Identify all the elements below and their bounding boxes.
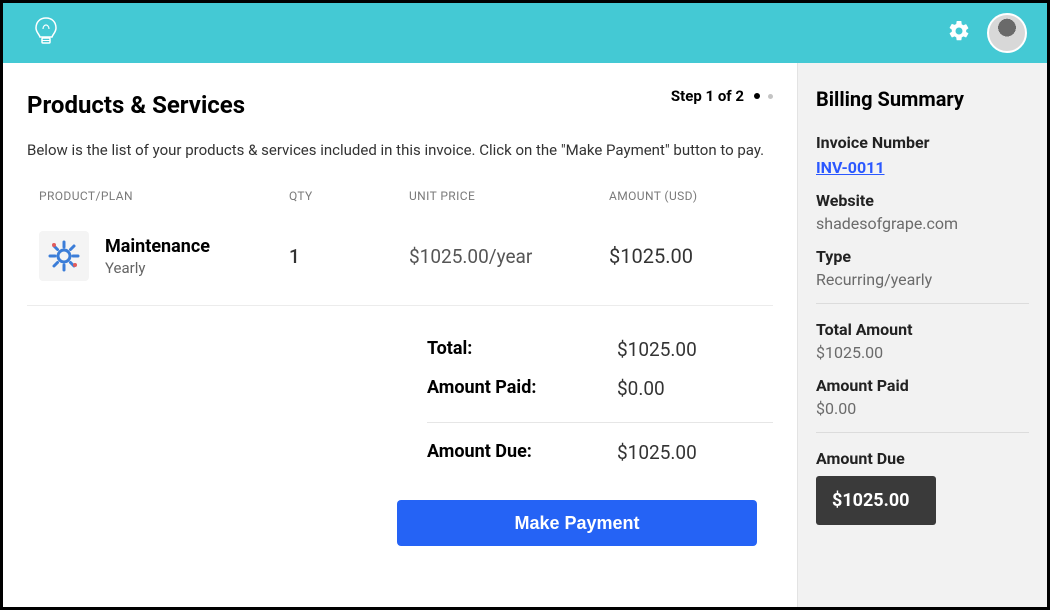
amount-paid-label: Amount Paid: (427, 377, 617, 400)
sb-amount-paid-value: $0.00 (816, 399, 1029, 418)
amount-due-value: $1025.00 (617, 441, 773, 464)
type-label: Type (816, 247, 1029, 266)
product-cell: Maintenance Yearly (39, 231, 289, 281)
col-unit-price: UNIT PRICE (409, 189, 609, 203)
type-value: Recurring/yearly (816, 270, 1029, 289)
product-name: Maintenance (105, 236, 210, 257)
product-icon (39, 231, 89, 281)
sb-total-amount-label: Total Amount (816, 320, 1029, 339)
header-actions (947, 13, 1027, 53)
step-label: Step 1 of 2 (671, 87, 744, 105)
sb-total-amount-value: $1025.00 (816, 343, 1029, 362)
step-dot-active (754, 93, 760, 99)
totals-block: Total: $1025.00 Amount Paid: $0.00 Amoun… (427, 330, 773, 472)
app-header (3, 3, 1047, 63)
col-amount: AMOUNT (USD) (609, 189, 767, 203)
sb-amount-due-box: $1025.00 (816, 476, 936, 525)
main-panel: Step 1 of 2 Products & Services Below is… (3, 63, 797, 607)
totals-divider (427, 422, 773, 423)
step-indicator: Step 1 of 2 (671, 87, 773, 105)
website-label: Website (816, 191, 1029, 210)
unit-price-cell: $1025.00/year (409, 245, 609, 268)
amount-due-label: Amount Due: (427, 441, 617, 464)
user-avatar[interactable] (987, 13, 1027, 53)
sidebar-divider (816, 303, 1029, 304)
sb-amount-paid-label: Amount Paid (816, 376, 1029, 395)
table-row: Maintenance Yearly 1 $1025.00/year $1025… (27, 213, 773, 306)
page-subtitle: Below is the list of your products & ser… (27, 141, 773, 159)
invoice-number-label: Invoice Number (816, 133, 1029, 152)
gear-icon (46, 238, 82, 274)
sidebar-divider-2 (816, 432, 1029, 433)
billing-summary-panel: Billing Summary Invoice Number INV-0011 … (797, 63, 1047, 607)
settings-icon[interactable] (947, 19, 971, 47)
invoice-number-link[interactable]: INV-0011 (816, 158, 1029, 177)
product-cycle: Yearly (105, 259, 210, 277)
sb-amount-due-label: Amount Due (816, 449, 1029, 468)
qty-cell: 1 (289, 245, 409, 268)
table-header: PRODUCT/PLAN QTY UNIT PRICE AMOUNT (USD) (27, 179, 773, 213)
make-payment-button[interactable]: Make Payment (397, 500, 757, 546)
total-label: Total: (427, 338, 617, 361)
col-product: PRODUCT/PLAN (39, 189, 289, 203)
total-value: $1025.00 (617, 338, 773, 361)
lightbulb-icon (33, 16, 59, 50)
col-qty: QTY (289, 189, 409, 203)
amount-paid-value: $0.00 (617, 377, 773, 400)
app-logo (33, 16, 59, 50)
amount-cell: $1025.00 (609, 244, 767, 268)
website-value: shadesofgrape.com (816, 214, 1029, 233)
step-dot-inactive (768, 94, 773, 99)
page-title: Products & Services (27, 91, 773, 119)
sidebar-title: Billing Summary (816, 87, 1029, 111)
